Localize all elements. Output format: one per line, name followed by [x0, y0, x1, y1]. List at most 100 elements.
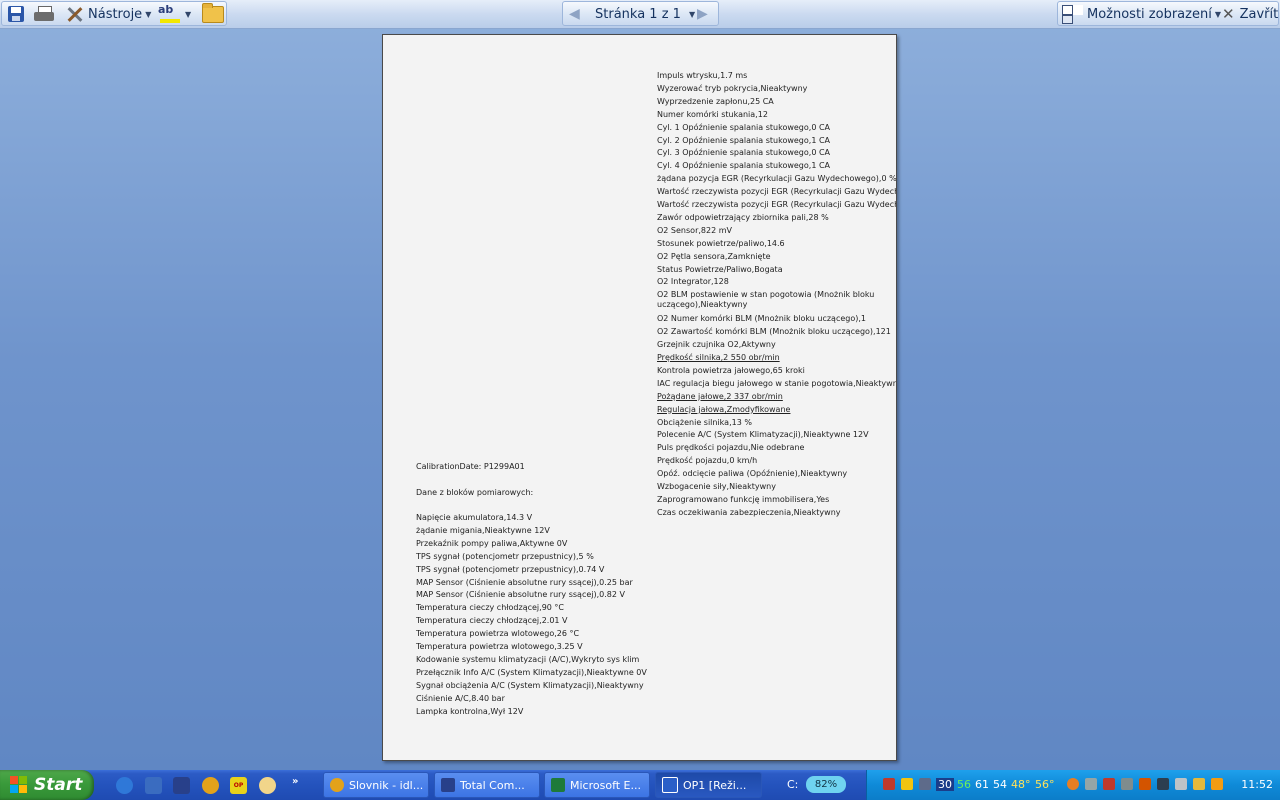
measurement-line: Pożądane jałowe,2 337 obr/min [657, 391, 783, 401]
tray-icon[interactable] [1085, 778, 1097, 790]
cpu-temperature: 48° [1011, 778, 1031, 791]
arrow-right-icon: ▶ [697, 6, 708, 22]
measurement-line: Puls prędkości pojazdu,Nie odebrane [657, 443, 805, 453]
measurement-line: Impuls wtrysku,1.7 ms [657, 71, 748, 80]
volume-icon[interactable] [1193, 778, 1205, 790]
taskbar-item-op1[interactable]: OP1 [Reži... [655, 772, 762, 798]
tray-icon[interactable] [901, 778, 913, 790]
measurement-line: Status Powietrze/Paliwo,Bogata [657, 264, 783, 274]
measurement-line: Temperatura cieczy chłodzącej,2.01 V [416, 616, 568, 626]
tray-counter: 61 [975, 778, 989, 791]
tray-icon[interactable] [919, 778, 931, 790]
opcom-icon[interactable]: OP [230, 777, 247, 794]
save-icon [8, 6, 24, 22]
measurement-line: Kodowanie systemu klimatyzacji (A/C),Wyk… [416, 654, 640, 664]
close-icon: ✕ [1222, 5, 1235, 23]
clock: 11:52 [1241, 778, 1273, 791]
toolbar-right-group: Možnosti zobrazení ▼ ✕ Zavřít [1057, 1, 1279, 26]
measurement-line: Opóź. odcięcie paliwa (Opóźnienie),Nieak… [657, 469, 848, 479]
measurement-line: Czas oczekiwania zabezpieczenia,Nieaktyw… [657, 507, 841, 517]
tray-icon[interactable] [1139, 778, 1151, 790]
measurement-line: żądanie migania,Nieaktywne 12V [416, 525, 550, 535]
measurement-line: Cyl. 4 Opóźnienie spalania stukowego,1 C… [657, 161, 831, 171]
measurement-line: O2 Pętla sensora,Zamknięte [657, 251, 771, 261]
view-options-button[interactable]: Možnosti zobrazení ▼ [1062, 4, 1221, 24]
measurement-line: Stosunek powietrze/paliwo,14.6 [657, 238, 785, 248]
measurement-line: TPS sygnał (potencjometr przepustnicy),0… [416, 564, 605, 574]
measurement-line: Przełącznik Info A/C (System Klimatyzacj… [416, 667, 647, 677]
tray-icon[interactable] [1211, 778, 1223, 790]
measurement-line: O2 Sensor,822 mV [657, 225, 732, 235]
measurement-line: Wyzerować tryb pokrycia,Nieaktywny [657, 83, 808, 93]
measurement-line: Zaprogramowano funkcję immobilisera,Yes [657, 494, 830, 504]
chrome-icon [330, 778, 344, 792]
next-page-button[interactable]: ▶ [697, 4, 708, 24]
tray-icon[interactable] [1157, 778, 1169, 790]
tools-icon [64, 5, 84, 23]
folder-icon [202, 2, 224, 23]
measurement-line: Cyl. 3 Opóźnienie spalania stukowego,0 C… [657, 148, 831, 158]
measurement-line: Zawór odpowietrzający zbiornika pali,28 … [657, 212, 829, 222]
tray-icon[interactable] [1067, 778, 1079, 790]
page-selector[interactable]: Stránka 1 z 1 ▼ [595, 4, 695, 24]
viewer-toolbar: Nástroje ▼ ab ▼ ◀ Stránka 1 z 1 ▼ ▶ Možn… [0, 0, 1280, 29]
measurement-line: Prędkość pojazdu,0 km/h [657, 456, 758, 466]
tools-label: Nástroje [88, 6, 143, 22]
spelling-icon: ab [158, 4, 182, 24]
measurement-line: Prędkość silnika,2 550 obr/min [657, 353, 780, 362]
previous-page-button[interactable]: ◀ [569, 4, 580, 24]
measurement-line: Numer komórki stukania,12 [657, 109, 768, 119]
start-button[interactable]: Start [0, 770, 94, 800]
tray-icon[interactable] [1175, 778, 1187, 790]
taskbar: Start OP » Slovnik - idl... Total Com...… [0, 770, 1280, 800]
gpu-temperature: 56° [1035, 778, 1055, 791]
system-tray: 30 56 61 54 48° 56° 11:52 [866, 770, 1280, 800]
measurement-line: Polecenie A/C (System Klimatyzacji),Niea… [657, 430, 869, 440]
toolbar-left-group: Nástroje ▼ ab ▼ [1, 1, 227, 26]
close-button[interactable]: ✕ Zavřít [1222, 4, 1278, 24]
chrome-icon[interactable] [202, 777, 219, 794]
spelling-button[interactable]: ab ▼ [158, 4, 191, 24]
measurement-line: Temperatura powietrza wlotowego,26 °C [416, 629, 580, 639]
measurement-line: Cyl. 2 Opóźnienie spalania stukowego,1 C… [657, 135, 831, 145]
measurement-line: Obciążenie silnika,13 % [657, 417, 752, 427]
view-options-label: Možnosti zobrazení [1087, 6, 1212, 22]
measurement-line: O2 Zawartość komórki BLM (Mnożnik bloku … [657, 327, 891, 337]
measurement-line: MAP Sensor (Ciśnienie absolutne rury ssą… [416, 577, 633, 587]
tray-icon[interactable] [1121, 778, 1133, 790]
tray-icon[interactable] [883, 778, 895, 790]
measurement-line: Regulacja jałowa,Zmodyfikowane [657, 404, 791, 414]
chevron-down-icon: ▼ [185, 9, 192, 19]
tray-icon[interactable] [1103, 778, 1115, 790]
measurement-line: Sygnał obciążenia A/C (System Klimatyzac… [416, 680, 644, 690]
taskbar-item-microsoft-excel[interactable]: Microsoft E... [544, 772, 650, 798]
document-page: Impuls wtrysku,1.7 ms Wyzerować tryb pokr… [382, 34, 897, 761]
chevron-down-icon: ▼ [145, 9, 152, 19]
measurement-line: Wartość rzeczywista pozycji EGR (Recyrku… [657, 187, 897, 197]
tray-counter: 56 [957, 778, 971, 791]
open-folder-button[interactable] [202, 2, 224, 24]
save-button[interactable] [8, 4, 24, 24]
measurement-line: IAC regulacja biegu jałowego w stanie po… [657, 378, 897, 388]
measurement-line: Wzbogacenie siły,Nieaktywny [657, 482, 776, 491]
network-icon[interactable] [145, 777, 162, 794]
taskbar-item-total-commander[interactable]: Total Com... [434, 772, 540, 798]
battery-gauge[interactable]: 82% [806, 776, 846, 793]
save-quicklaunch-icon[interactable] [173, 777, 190, 794]
windows-logo-icon [10, 776, 28, 794]
word-icon [662, 777, 678, 793]
measurement-line: Kontrola powietrza jałowego,65 kroki [657, 365, 805, 375]
tools-menu-button[interactable]: Nástroje ▼ [64, 4, 151, 24]
messenger-icon[interactable] [259, 777, 276, 794]
internet-explorer-icon[interactable] [116, 777, 133, 794]
measurement-line: Grzejnik czujnika O2,Aktywny [657, 340, 776, 350]
measurement-line: Wyprzedzenie zapłonu,25 CA [657, 96, 774, 106]
page-navigation: ◀ Stránka 1 z 1 ▼ ▶ [562, 1, 719, 26]
more-quicklaunch-icon[interactable]: » [292, 776, 298, 787]
measurement-line: MAP Sensor (Ciśnienie absolutne rury ssą… [416, 590, 625, 600]
page-indicator: Stránka 1 z 1 [595, 6, 681, 22]
taskbar-item-slovnik[interactable]: Slovnik - idl... [323, 772, 429, 798]
measurement-line: Napięcie akumulatora,14.3 V [416, 513, 533, 522]
section-title: Dane z bloków pomiarowych: [416, 488, 534, 497]
print-button[interactable] [34, 4, 54, 24]
